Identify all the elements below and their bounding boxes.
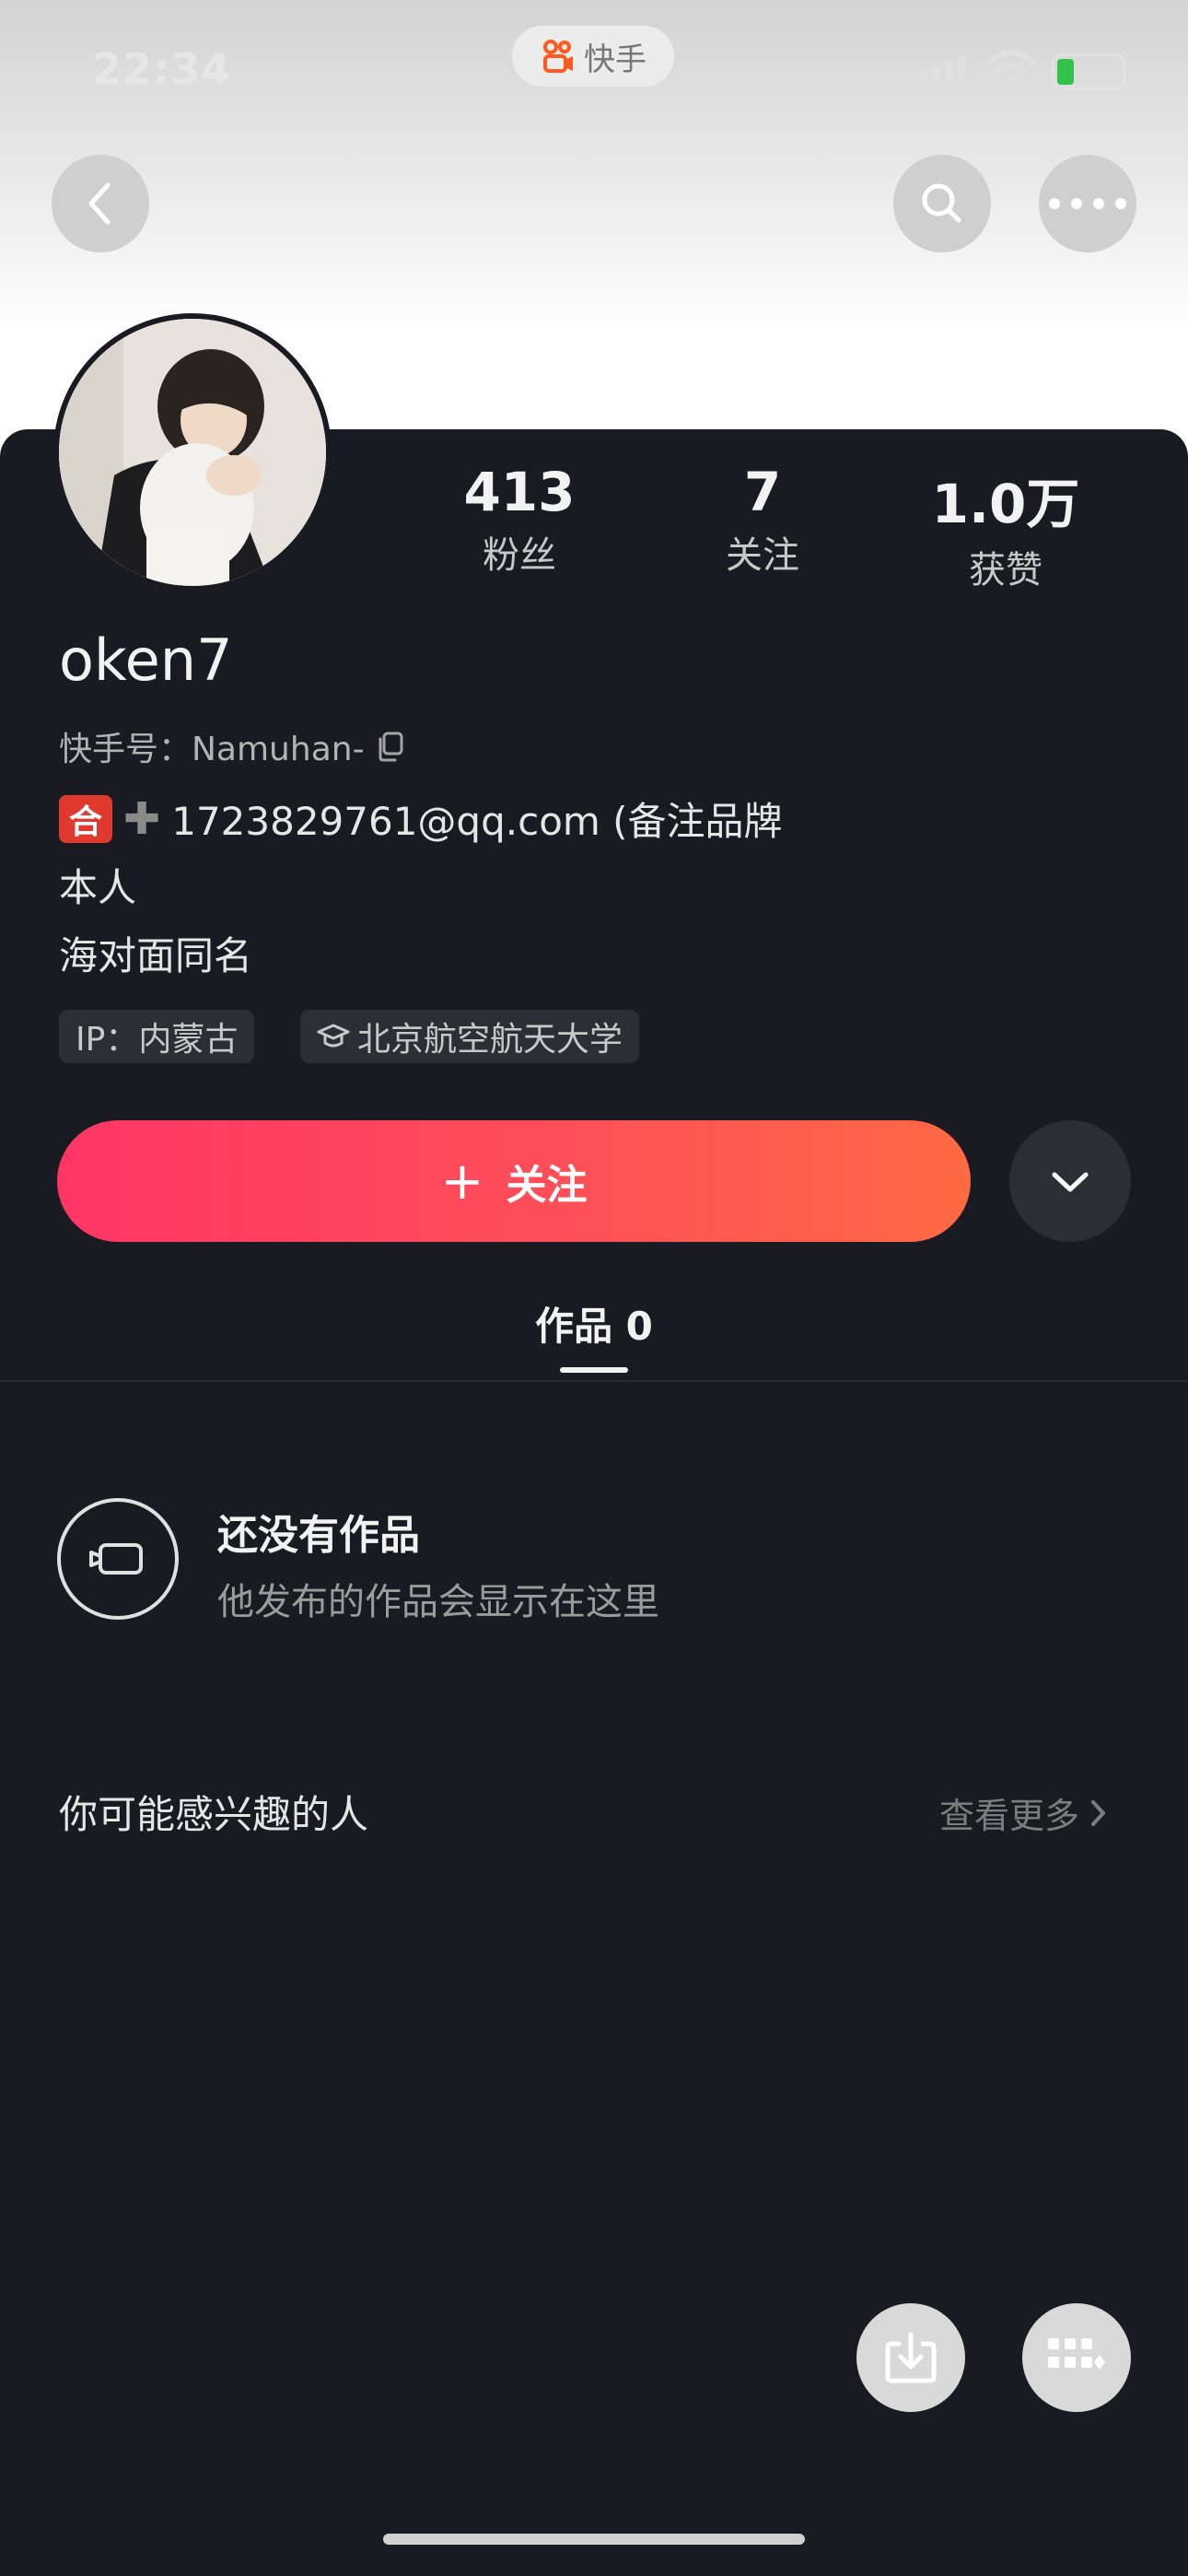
ip-location: IP：内蒙古 — [76, 1021, 239, 1059]
likes-label: 获赞 — [969, 549, 1042, 591]
chevron-right-icon — [1091, 1799, 1106, 1826]
more-button[interactable] — [1039, 155, 1136, 252]
empty-state-title: 还没有作品 — [217, 1512, 420, 1559]
following-count: 7 — [743, 461, 782, 523]
status-time: 22:34 — [92, 44, 232, 94]
search-icon — [922, 183, 961, 223]
video-camera-icon — [89, 1543, 143, 1575]
follow-button[interactable]: + 关注 — [57, 1120, 971, 1242]
stat-followers[interactable]: 413 粉丝 — [418, 461, 621, 579]
plus-emoji-icon: ✚ — [123, 792, 161, 845]
bio-line-1: 合 ✚ 1723829761@qq.com (备注品牌 — [59, 790, 783, 847]
app-indicator-pill[interactable]: 快手 — [512, 26, 674, 87]
more-dots-icon — [1049, 198, 1126, 209]
signal-icon — [919, 55, 966, 81]
ip-tag: IP：内蒙古 — [59, 1010, 255, 1063]
emoji-he: 合 — [59, 794, 112, 843]
tab-divider — [0, 1380, 1188, 1382]
battery-icon: 26 — [1052, 53, 1125, 90]
chevron-down-icon — [1052, 1172, 1089, 1192]
chevron-left-icon — [88, 182, 111, 225]
see-more-label: 查看更多 — [939, 1796, 1080, 1836]
tab-active-indicator — [560, 1367, 628, 1373]
followers-count: 413 — [463, 461, 576, 523]
bio-line-2: 本人 — [59, 865, 137, 910]
bio-contact: 1723829761@qq.com (备注品牌 — [171, 799, 783, 844]
school-tag[interactable]: 北京航空航天大学 — [300, 1010, 640, 1063]
see-more-link[interactable]: 查看更多 — [939, 1787, 1109, 1838]
bio-line-3: 海对面同名 — [59, 933, 253, 978]
apps-grid-button[interactable] — [1022, 2303, 1131, 2412]
wifi-icon — [986, 50, 1036, 86]
stat-likes[interactable]: 1.0万 获赞 — [904, 461, 1107, 593]
empty-works-badge — [57, 1498, 179, 1620]
kuaishou-id: 快手号：Namuhan- — [59, 731, 365, 768]
recommend-dropdown-button[interactable] — [1009, 1120, 1131, 1242]
avatar[interactable] — [53, 313, 332, 591]
search-button[interactable] — [893, 155, 991, 252]
followers-label: 粉丝 — [483, 534, 556, 577]
app-name: 快手 — [584, 41, 646, 78]
empty-state-subtitle: 他发布的作品会显示在这里 — [217, 1581, 659, 1623]
plus-icon: + — [440, 1151, 484, 1212]
follow-label: 关注 — [506, 1162, 588, 1209]
download-button[interactable] — [856, 2303, 965, 2412]
username: oken7 — [59, 626, 233, 694]
kuaishou-logo-icon — [543, 40, 573, 73]
avatar-photo — [59, 319, 326, 586]
battery-level: 26 — [1075, 56, 1111, 87]
copy-icon[interactable] — [374, 730, 407, 763]
stat-following[interactable]: 7 关注 — [661, 461, 864, 579]
graduation-cap-icon — [317, 1024, 350, 1048]
tab-works[interactable]: 作品 0 — [516, 1295, 672, 1352]
likes-count: 1.0万 — [931, 473, 1080, 535]
school-name: 北京航空航天大学 — [357, 1021, 623, 1059]
grid-icon — [1048, 2338, 1105, 2370]
kuaishou-id-row[interactable]: 快手号：Namuhan- — [59, 722, 407, 770]
home-indicator[interactable] — [383, 2534, 805, 2545]
download-icon — [885, 2332, 937, 2383]
back-button[interactable] — [52, 155, 149, 252]
suggestions-title: 你可能感兴趣的人 — [59, 1792, 369, 1837]
following-label: 关注 — [726, 534, 799, 577]
